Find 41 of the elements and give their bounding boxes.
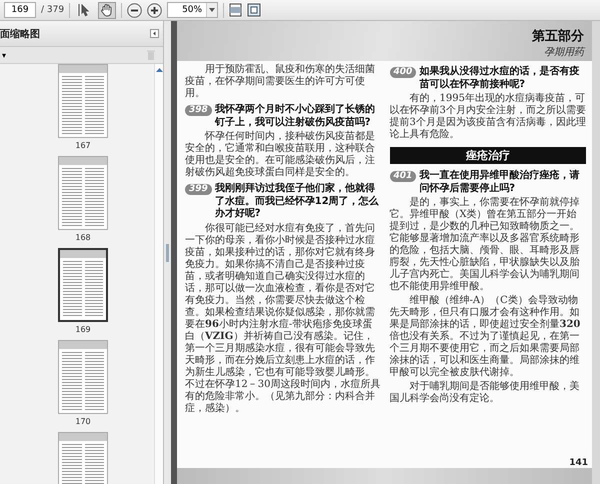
caret-icon bbox=[209, 8, 216, 12]
body-paragraph: 你很可能已经对水痘有免疫了，首先问一下你的母亲，看你小时候是否接种过水痘疫苗，如果接种过的话，那你对它就有终身免疫力。如果你搞不清自己是否接种过疫苗，或者明确知道自己确实没得过水痘的话，那可以做一次血液检查，看你是否对它有免疫力。当然，你需要尽快去做这个检查。如果检查结果说你疑似感染，那你就需要在96小时内注射水痘-带状疱疹免疫球蛋白（VZIG）并祈祷自己没有感染。记住，第一个三月期感染水痘，很有可能会导致先天畸形，而在分娩后立刻患上水痘的话，作为新生儿感染，它也有可能导致婴儿畸形。不过在怀孕12－30周这段时间内，水痘所具有的危险非常小。（见第九部分：内科合并症，感染）。 bbox=[185, 222, 382, 414]
page-thumbnail[interactable] bbox=[58, 64, 108, 138]
page-thumbnail[interactable] bbox=[58, 340, 108, 414]
question-text: 我怀孕两个月时不小心踩到了长锈的钉子上，我可以注射破伤风疫苗吗? bbox=[214, 104, 376, 129]
body-paragraph: 是的，事实上，你需要在怀孕前就停掉它。异维甲酸（X类）曾在第五部分一开始提到过，是少数的几种已知致畸物质之一。它能够显著增加流产率以及多器官系统畸形的危险，包括大脑、颅骨、眼、耳畸形及唇腭裂，先天性心脏缺陷，甲状腺缺失以及胎儿子宫内死亡。美国儿科学会认为哺乳期间也不能使用异维甲酸。 bbox=[390, 197, 580, 293]
page-label: 168 bbox=[75, 233, 91, 242]
zoom-out-icon[interactable] bbox=[127, 2, 142, 18]
page-thumbnail[interactable] bbox=[58, 248, 108, 322]
zoom-in-icon[interactable] bbox=[147, 2, 162, 18]
scroll-up-icon[interactable] bbox=[156, 67, 162, 73]
question-number-badge: 401 bbox=[390, 171, 416, 182]
panel-title: 面缩略图 bbox=[0, 28, 40, 40]
part-subtitle: 孕期用药 bbox=[544, 46, 584, 59]
page-label: 169 bbox=[75, 325, 91, 334]
section-heading: 痤疮治疗 bbox=[390, 147, 586, 164]
question-text: 如果我从没得过水痘的话，是否有疫苗可以在怀孕前接种呢? bbox=[419, 66, 580, 91]
fit-width-icon[interactable] bbox=[247, 3, 262, 17]
zoom-dropdown[interactable]: 50% bbox=[167, 2, 218, 18]
page-number: 141 bbox=[569, 458, 589, 468]
body-paragraph: 怀孕任何时间内，接种破伤风疫苗都是安全的，它通常和白喉疫苗联用，这种联合使用也是安全的。在可能感染破伤风后，注射破伤风超免疫球蛋白同样是安全的。 bbox=[185, 131, 376, 179]
page-thumbnail[interactable] bbox=[58, 156, 108, 230]
part-heading: 第五部分 bbox=[532, 28, 584, 45]
question-text: 我刚刚拜访过我侄子他们家，他就得了水痘。而我已经怀孕12周了，怎么办才好呢? bbox=[214, 183, 380, 220]
body-paragraph: 有的，1995年出现的水痘病毒疫苗，可以在怀孕前3个月内安全注射，而之所以需要提前3个月是因为该疫苗含有活病毒，因此理论上具有危险。 bbox=[390, 93, 586, 141]
collapse-icon[interactable] bbox=[150, 29, 159, 38]
options-button[interactable]: ▾ bbox=[0, 50, 8, 60]
page-label: 167 bbox=[75, 141, 91, 150]
body-paragraph: 用于预防霍乱、鼠疫和伤寒的失活细菌疫苗，在怀孕期间需要医生的许可方可使用。 bbox=[185, 64, 376, 100]
page-label: 170 bbox=[75, 417, 91, 426]
page-number-field[interactable]: 169 bbox=[4, 2, 36, 18]
hand-tool-button[interactable] bbox=[98, 2, 116, 18]
question-number-badge: 399 bbox=[185, 184, 212, 195]
body-paragraph: 对于哺乳期间是否能够使用维甲酸，美国儿科学会尚没有定论。 bbox=[390, 381, 580, 405]
fit-page-icon[interactable] bbox=[229, 3, 242, 17]
body-paragraph: 维甲酸（维绅-A）（C类）会导致动物先天畸形，但只有口服才会有这种作用。如果是局部涂抹的话，即使超过安全剂量320倍也没有关系。不过为了谨慎起见，在第一个三月期不要使用它，而之后如果需要局部涂抹的话，可以和医生商量。局部涂抹的维甲酸可以完全被皮肤代谢掉。 bbox=[390, 295, 582, 379]
question-number-badge: 398 bbox=[185, 105, 212, 116]
page-thumbnail[interactable] bbox=[58, 432, 108, 484]
page-count: / 379 bbox=[41, 5, 64, 15]
question-text: 我一直在使用异维甲酸治疗痤疮，请问怀孕后需要停止吗? bbox=[419, 170, 580, 195]
question-number-badge: 400 bbox=[390, 67, 416, 78]
